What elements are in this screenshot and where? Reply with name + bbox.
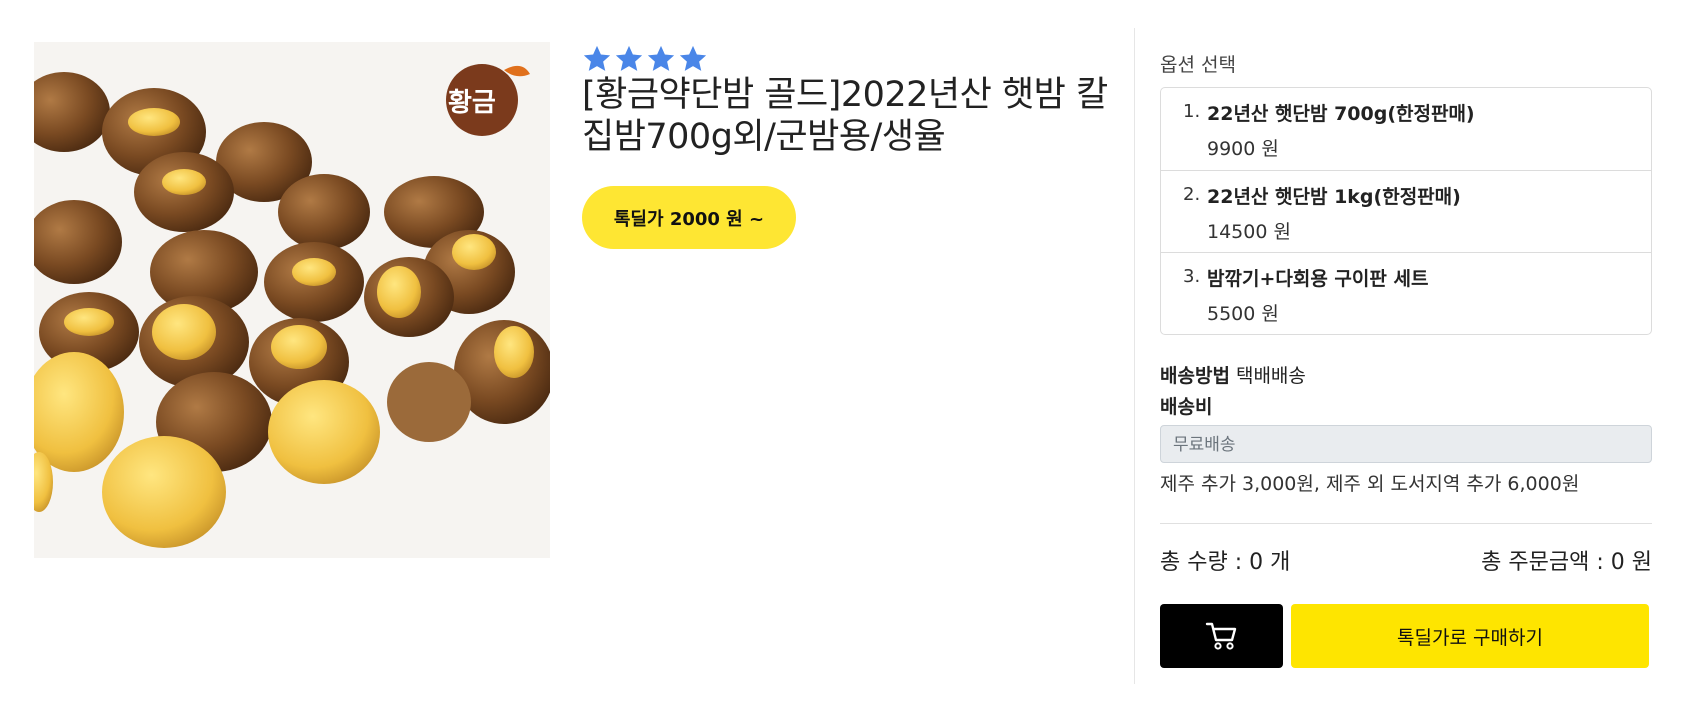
add-to-cart-button[interactable] [1160,604,1283,668]
shipping-fee-label: 배송비 [1160,396,1213,418]
option-number: 1. [1183,101,1201,122]
action-buttons: 톡딜가로 구매하기 [1160,604,1652,668]
shipping-info: 배송방법 택배배송 배송비 무료배송 제주 추가 3,000원, 제주 외 도서… [1160,361,1652,496]
option-name: 22년산 햇단밤 1kg(한정판매) [1207,186,1461,208]
shipping-method-label: 배송방법 [1160,365,1230,387]
shipping-fee-field: 무료배송 [1160,425,1652,463]
star-icon [679,45,707,71]
cart-icon [1205,622,1236,650]
option-price: 14500 원 [1207,221,1291,243]
product-info: [황금약단밤 골드]2022년산 햇밤 칼집밤700g외/군밤용/생율 톡딜가 … [582,44,1122,249]
total-quantity: 총 수량 : 0 개 [1160,550,1291,575]
product-image [34,42,550,558]
product-title: [황금약단밤 골드]2022년산 햇밤 칼집밤700g외/군밤용/생율 [582,75,1108,157]
option-item[interactable]: 2. 22년산 햇단밤 1kg(한정판매) 14500 원 [1161,170,1651,252]
brand-logo-text: 황금 [448,88,496,118]
option-list: 1. 22년산 햇단밤 700g(한정판매) 9900 원 2. 22년산 햇단… [1160,87,1652,335]
order-panel: 옵션 선택 1. 22년산 햇단밤 700g(한정판매) 9900 원 2. 2… [1160,50,1652,668]
option-number: 2. [1183,184,1201,205]
option-item[interactable]: 3. 밤깎기+다회용 구이판 세트 5500 원 [1161,252,1651,334]
rating-stars [582,44,1122,74]
option-price: 5500 원 [1207,303,1279,325]
option-item[interactable]: 1. 22년산 햇단밤 700g(한정판매) 9900 원 [1161,88,1651,170]
option-heading: 옵션 선택 [1160,54,1236,76]
star-icon [647,45,675,71]
option-price: 9900 원 [1207,138,1279,160]
shipping-note: 제주 추가 3,000원, 제주 외 도서지역 추가 6,000원 [1160,473,1580,495]
total-amount: 총 주문금액 : 0 원 [1481,550,1652,575]
order-totals: 총 수량 : 0 개 총 주문금액 : 0 원 [1160,544,1652,576]
star-icon [583,45,611,71]
deal-price-button[interactable]: 톡딜가 2000 원 ~ [582,186,796,249]
option-name: 22년산 햇단밤 700g(한정판매) [1207,103,1475,125]
section-divider [1160,523,1652,524]
shipping-method-value: 택배배송 [1235,365,1306,387]
option-number: 3. [1183,266,1201,287]
option-name: 밤깎기+다회용 구이판 세트 [1207,268,1429,290]
buy-deal-button[interactable]: 톡딜가로 구매하기 [1291,604,1649,668]
star-icon [615,45,643,71]
column-divider [1134,28,1135,684]
